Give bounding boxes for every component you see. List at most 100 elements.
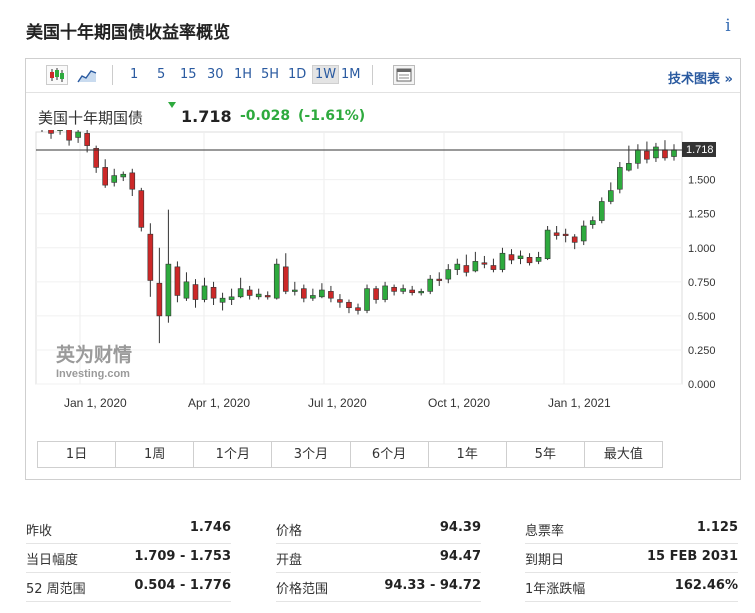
stat-row: 价格范围 94.33 - 94.72	[276, 573, 481, 602]
candle-body	[57, 130, 63, 131]
interval-1m[interactable]: 1M	[341, 67, 361, 82]
tech-chart-link[interactable]: 技术图表 »	[668, 68, 733, 87]
candle-body	[183, 281, 190, 299]
info-icon[interactable]: i	[718, 16, 738, 40]
interval-5h[interactable]: 5H	[261, 67, 279, 82]
chart-toolbar: 1 5 15 30 1H 5H 1D 1W 1M	[26, 59, 740, 93]
candle-body	[364, 288, 370, 311]
toolbar-separator	[372, 65, 373, 85]
stat-value: 94.33 - 94.72	[384, 578, 481, 593]
direction-down-icon	[168, 102, 176, 108]
last-price: 1.718	[181, 107, 232, 126]
price-change-percent: (-1.61%)	[298, 108, 366, 124]
candle-body	[562, 233, 569, 236]
candle-body	[635, 149, 641, 164]
candle-body	[48, 130, 54, 134]
stat-value: 94.47	[439, 549, 481, 564]
interval-1[interactable]: 1	[130, 67, 138, 82]
interval-30[interactable]: 30	[207, 67, 224, 82]
candle-body	[400, 288, 406, 292]
candle-body	[328, 291, 334, 299]
candle-body	[589, 220, 596, 225]
candle-body	[454, 263, 461, 270]
candle-body	[355, 307, 361, 311]
candle-body	[228, 296, 235, 300]
stat-label: 开盘	[276, 553, 303, 568]
table-icon[interactable]	[393, 65, 415, 85]
candle-body	[481, 262, 488, 265]
range-1y[interactable]: 1年	[429, 442, 507, 467]
stat-label: 1年涨跌幅	[525, 582, 586, 597]
candle-body	[273, 263, 280, 299]
range-selector: 1日 1周 1个月 3个月 6个月 1年 5年 最大值	[37, 441, 663, 468]
stats-column-3: 息票率 1.125 到期日 15 FEB 2031 1年涨跌幅 162.46%	[525, 515, 738, 602]
candle-body	[201, 285, 208, 300]
stat-value: 1.125	[696, 520, 738, 535]
y-tick-label: 1.250	[688, 209, 716, 221]
y-tick-label: 0.000	[688, 379, 716, 391]
range-3m[interactable]: 3个月	[272, 442, 351, 467]
candle-body	[165, 263, 172, 317]
candle-body	[617, 167, 623, 190]
watermark-en: Investing.com	[56, 368, 130, 380]
stat-label: 当日幅度	[26, 553, 79, 568]
interval-1w[interactable]: 1W	[312, 65, 340, 84]
stat-row: 52 周范围 0.504 - 1.776	[26, 573, 231, 602]
interval-15[interactable]: 15	[180, 67, 197, 82]
candle-body	[301, 288, 307, 299]
candle-body	[219, 297, 226, 303]
stat-value: 162.46%	[674, 578, 738, 593]
candle-body	[174, 266, 181, 296]
stat-row: 息票率 1.125	[525, 515, 738, 544]
candle-body	[463, 265, 470, 273]
stat-value: 1.709 - 1.753	[134, 549, 231, 564]
candle-body	[120, 173, 127, 178]
x-tick-label: Jul 1, 2020	[308, 396, 367, 410]
candlestick-icon[interactable]	[46, 65, 68, 85]
candle-body	[580, 225, 587, 242]
stat-value: 0.504 - 1.776	[134, 578, 231, 593]
candle-body	[192, 284, 199, 300]
toolbar-separator	[112, 65, 113, 85]
stat-row: 到期日 15 FEB 2031	[525, 544, 738, 573]
range-1m[interactable]: 1个月	[194, 442, 273, 467]
candlestick-chart[interactable]: Jan 1, 2020 Apr 1, 2020 Jul 1, 2020 Oct 1, …	[26, 130, 740, 412]
candle-body	[291, 289, 298, 292]
stat-label: 昨收	[26, 524, 53, 539]
range-1d[interactable]: 1日	[38, 442, 117, 467]
stat-label: 到期日	[525, 553, 565, 568]
candle-body	[445, 269, 452, 280]
range-6m[interactable]: 6个月	[351, 442, 429, 467]
x-tick-label: Apr 1, 2020	[188, 396, 250, 410]
y-tick-label: 0.750	[688, 277, 716, 289]
interval-1d[interactable]: 1D	[288, 67, 306, 82]
range-1w[interactable]: 1周	[116, 442, 195, 467]
candle-body	[598, 201, 605, 221]
candle-body	[427, 278, 434, 292]
range-5y[interactable]: 5年	[507, 442, 585, 467]
interval-5[interactable]: 5	[157, 67, 165, 82]
candle-body	[138, 190, 145, 228]
candle-body	[436, 278, 443, 281]
candle-body	[409, 289, 415, 294]
candle-body	[653, 146, 659, 159]
stat-label: 52 周范围	[26, 582, 86, 597]
candle-body	[508, 254, 515, 261]
interval-1h[interactable]: 1H	[234, 67, 252, 82]
stat-row: 开盘 94.47	[276, 544, 481, 573]
candle-body	[282, 266, 289, 292]
stat-row: 价格 94.39	[276, 515, 481, 544]
stats-column-2: 价格 94.39 开盘 94.47 价格范围 94.33 - 94.72	[276, 515, 481, 602]
candle-body	[373, 288, 379, 300]
y-tick-label: 0.250	[688, 345, 716, 357]
stat-row: 1年涨跌幅 162.46%	[525, 573, 738, 602]
candle-body	[517, 255, 524, 259]
range-max[interactable]: 最大值	[585, 442, 662, 467]
candle-body	[382, 285, 388, 300]
stat-label: 价格范围	[276, 582, 329, 597]
area-chart-icon[interactable]	[76, 65, 98, 85]
candle-body	[102, 167, 108, 186]
stat-label: 息票率	[525, 524, 565, 539]
x-tick-label: Jan 1, 2020	[64, 396, 127, 410]
candle-body	[391, 286, 397, 292]
